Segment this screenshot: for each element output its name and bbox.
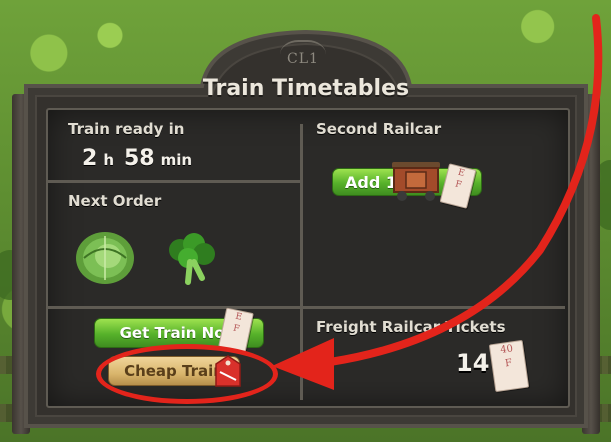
tutorial-arrow — [272, 14, 603, 390]
game-scene: CL1 Train Timetables Train ready in 2 h 58… — [0, 0, 611, 442]
